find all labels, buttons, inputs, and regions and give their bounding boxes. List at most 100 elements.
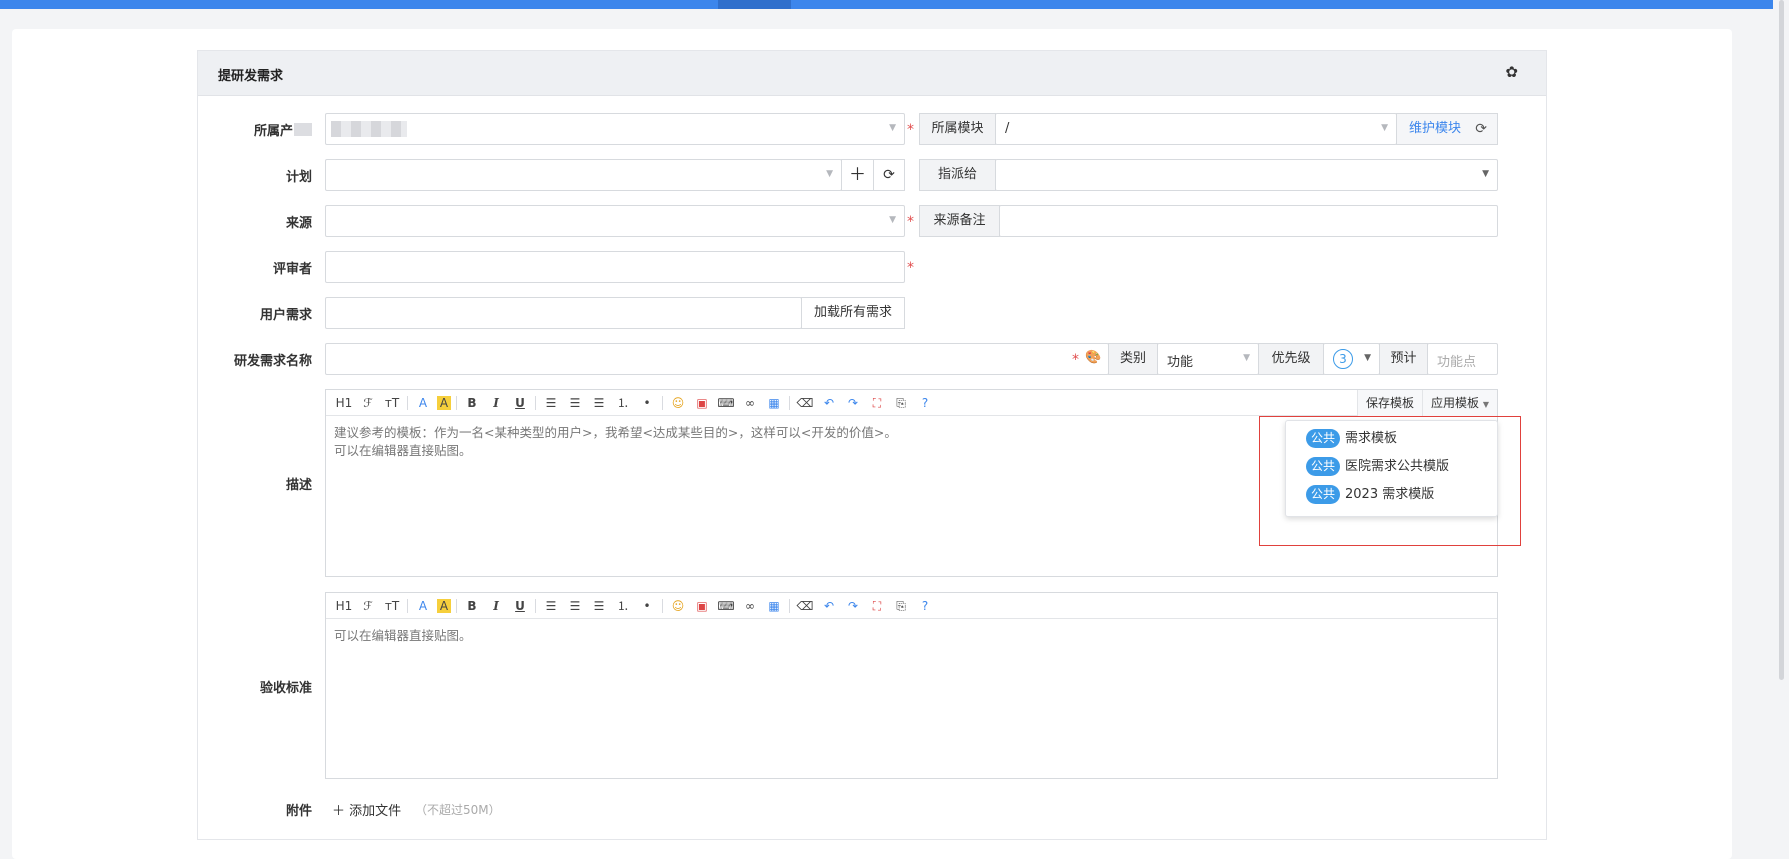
align-left-icon[interactable]: ☰	[541, 393, 561, 413]
maintain-module-button[interactable]: 维护模块 ⟳	[1396, 113, 1498, 145]
emoji-icon[interactable]: ☺	[668, 596, 688, 616]
estimate-input[interactable]: 功能点	[1427, 343, 1498, 375]
source-note-input[interactable]	[999, 205, 1498, 237]
emoji-icon[interactable]: ☺	[668, 393, 688, 413]
font-family-button[interactable]: ℱ	[358, 596, 378, 616]
refresh-icon[interactable]: ⟳	[1475, 114, 1487, 144]
priority-value: 3	[1333, 349, 1353, 369]
align-left-icon[interactable]: ☰	[541, 596, 561, 616]
paste-icon[interactable]: ⎘	[891, 596, 911, 616]
category-value: 功能	[1167, 355, 1194, 370]
fullscreen-icon[interactable]: ⛶	[867, 393, 887, 413]
chevron-down-icon: ▼	[889, 123, 896, 133]
desc-placeholder: 建议参考的模板：作为一名<某种类型的用户>，我希望<达成某些目的>，这样可以<开…	[334, 425, 897, 458]
palette-icon[interactable]: 🎨	[1085, 350, 1101, 365]
link-icon[interactable]: ∞	[740, 393, 760, 413]
ordered-list-icon[interactable]: ⒈	[613, 393, 633, 413]
template-dropdown: 公共 需求模板 公共 医院需求公共模版 公共 2023 需求模版	[1285, 420, 1498, 517]
help-icon[interactable]: ?	[915, 596, 935, 616]
table-icon[interactable]: ▦	[764, 596, 784, 616]
clear-format-icon[interactable]: ⌫	[795, 393, 815, 413]
underline-button[interactable]: U	[510, 596, 530, 616]
heading-button[interactable]: H1	[334, 596, 354, 616]
link-icon[interactable]: ∞	[740, 596, 760, 616]
font-family-button[interactable]: ℱ	[358, 393, 378, 413]
italic-button[interactable]: I	[486, 393, 506, 413]
plan-select[interactable]: ▼	[325, 159, 842, 191]
font-color-button[interactable]: A	[413, 596, 433, 616]
chevron-down-icon: ▼	[1364, 353, 1371, 363]
panel-header: 提研发需求 ✿	[198, 51, 1546, 96]
bg-color-button[interactable]: A	[437, 395, 451, 410]
bg-color-button[interactable]: A	[437, 598, 451, 613]
module-select[interactable]: / ▼	[995, 113, 1397, 145]
bold-button[interactable]: B	[462, 596, 482, 616]
template-item[interactable]: 公共 医院需求公共模版	[1306, 457, 1449, 477]
clear-format-icon[interactable]: ⌫	[795, 596, 815, 616]
load-all-req-button[interactable]: 加载所有需求	[801, 297, 905, 329]
image-icon[interactable]: ▣	[692, 393, 712, 413]
plan-label: 计划	[285, 170, 312, 185]
top-nav-bar	[0, 0, 1789, 9]
align-center-icon[interactable]: ☰	[565, 393, 585, 413]
underline-button[interactable]: U	[510, 393, 530, 413]
product-select[interactable]: ▼	[325, 113, 905, 145]
source-label: 来源	[285, 216, 312, 231]
editor-toolbar: H1 ℱ тT A A B I U ☰ ☰ ☰ ⒈ • ☺ ▣ ⌨ ∞ ▦ ⌫ …	[326, 390, 1497, 416]
assign-select[interactable]: ▼	[995, 159, 1498, 191]
italic-button[interactable]: I	[486, 596, 506, 616]
paste-icon[interactable]: ⎘	[891, 393, 911, 413]
category-select[interactable]: 功能 ▼	[1157, 343, 1259, 375]
redo-icon[interactable]: ↷	[843, 393, 863, 413]
product-value-redacted	[331, 121, 407, 137]
accept-label: 验收标准	[259, 681, 312, 696]
template-item[interactable]: 公共 2023 需求模版	[1306, 485, 1434, 505]
plus-icon: ＋	[849, 165, 866, 185]
align-right-icon[interactable]: ☰	[589, 596, 609, 616]
desc-label: 描述	[285, 478, 312, 493]
add-file-button[interactable]: ＋ 添加文件	[332, 800, 401, 819]
font-color-button[interactable]: A	[413, 393, 433, 413]
heading-button[interactable]: H1	[334, 393, 354, 413]
ordered-list-icon[interactable]: ⒈	[613, 596, 633, 616]
image-icon[interactable]: ▣	[692, 596, 712, 616]
gear-icon[interactable]: ✿	[1505, 63, 1518, 81]
priority-label: 优先级	[1258, 343, 1324, 375]
user-req-select[interactable]	[325, 297, 802, 329]
refresh-plan-button[interactable]: ⟳	[873, 159, 905, 191]
chevron-down-icon: ▼	[1243, 353, 1250, 363]
accept-editor[interactable]: H1 ℱ тT A A B I U ☰ ☰ ☰ ⒈ • ☺ ▣ ⌨ ∞ ▦ ⌫ …	[325, 592, 1498, 779]
name-label: 研发需求名称	[233, 354, 312, 369]
save-template-button[interactable]: 保存模板	[1356, 390, 1422, 416]
fullscreen-icon[interactable]: ⛶	[867, 596, 887, 616]
code-icon[interactable]: ⌨	[716, 596, 736, 616]
module-value: /	[1005, 121, 1010, 136]
template-item[interactable]: 公共 需求模板	[1306, 429, 1397, 449]
chevron-down-icon: ▼	[1381, 123, 1388, 133]
name-input[interactable]	[325, 343, 1109, 375]
font-size-button[interactable]: тT	[382, 393, 402, 413]
required-mark: *	[907, 214, 914, 230]
align-right-icon[interactable]: ☰	[589, 393, 609, 413]
align-center-icon[interactable]: ☰	[565, 596, 585, 616]
panel-title: 提研发需求	[218, 69, 284, 84]
plus-icon: ＋	[332, 804, 346, 819]
table-icon[interactable]: ▦	[764, 393, 784, 413]
active-tab-marker[interactable]	[718, 0, 791, 9]
bold-button[interactable]: B	[462, 393, 482, 413]
undo-icon[interactable]: ↶	[819, 596, 839, 616]
apply-template-button[interactable]: 应用模板 ▼	[1422, 390, 1497, 416]
bullet-list-icon[interactable]: •	[637, 393, 657, 413]
undo-icon[interactable]: ↶	[819, 393, 839, 413]
bullet-list-icon[interactable]: •	[637, 596, 657, 616]
scrollbar-thumb[interactable]	[1779, 0, 1784, 680]
chevron-down-icon: ▼	[889, 215, 896, 225]
source-select[interactable]: ▼	[325, 205, 905, 237]
redo-icon[interactable]: ↷	[843, 596, 863, 616]
code-icon[interactable]: ⌨	[716, 393, 736, 413]
help-icon[interactable]: ?	[915, 393, 935, 413]
source-note-label: 来源备注	[919, 205, 1000, 237]
reviewer-input[interactable]	[325, 251, 905, 283]
add-plan-button[interactable]: ＋	[841, 159, 874, 191]
font-size-button[interactable]: тT	[382, 596, 402, 616]
